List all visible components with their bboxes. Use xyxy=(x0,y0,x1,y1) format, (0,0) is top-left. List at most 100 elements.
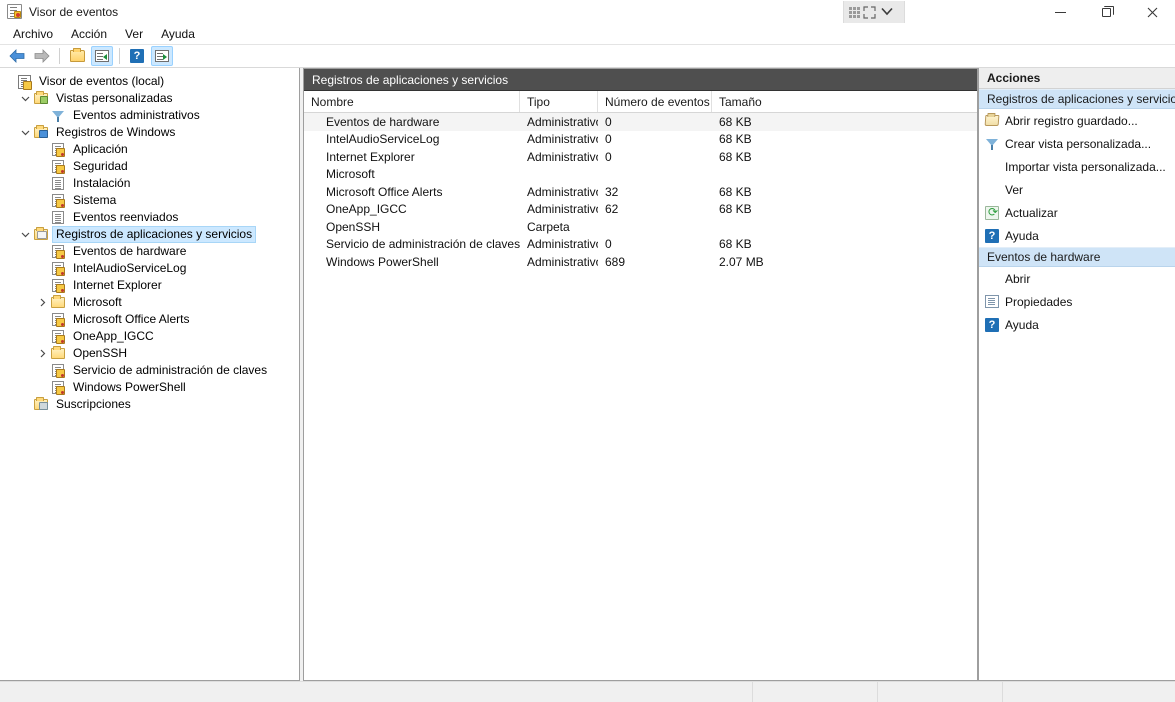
table-row[interactable]: Windows PowerShell Administrativo 689 2.07 … xyxy=(304,253,977,271)
action-item[interactable]: Ver xyxy=(979,178,1175,201)
action-item[interactable]: Crear vista personalizada... xyxy=(979,132,1175,155)
status-segment-3 xyxy=(878,682,1003,702)
cell-nombre: Eventos de hardware xyxy=(326,114,440,129)
tree-item-19[interactable]: Suscripciones xyxy=(0,396,299,413)
tree-item-0[interactable]: Visor de eventos (local) xyxy=(0,73,299,90)
column-header-numero-eventos[interactable]: Número de eventos xyxy=(598,91,712,112)
action-item[interactable]: Propiedades xyxy=(979,290,1175,313)
back-button[interactable] xyxy=(6,46,28,66)
tree-item-15[interactable]: OneApp_IGCC xyxy=(0,328,299,345)
forward-button[interactable] xyxy=(31,46,53,66)
show-hide-action-pane-button[interactable] xyxy=(151,46,173,66)
cell-tamano: 68 KB xyxy=(719,202,752,217)
minimize-button[interactable] xyxy=(1037,0,1083,24)
toolbar-separator xyxy=(59,48,60,64)
tree-item-5[interactable]: Seguridad xyxy=(0,158,299,175)
arrow-left-icon xyxy=(9,49,25,63)
tree-item-14[interactable]: Microsoft Office Alerts xyxy=(0,311,299,328)
maximize-restore-button[interactable] xyxy=(1083,0,1129,24)
action-item[interactable]: Abrir registro guardado... xyxy=(979,109,1175,132)
actions-list: Registros de aplicaciones y servicios Abr… xyxy=(979,89,1175,336)
table-row[interactable]: Servicio de administración de claves Admi… xyxy=(304,236,977,254)
action-item[interactable]: ? Ayuda xyxy=(979,313,1175,336)
table-column-headers: Nombre Tipo Número de eventos Tamaño xyxy=(304,91,977,113)
tree-item-2[interactable]: Eventos administrativos xyxy=(0,107,299,124)
window-title: Visor de eventos xyxy=(29,5,119,19)
table-row[interactable]: Microsoft xyxy=(304,166,977,184)
close-button[interactable] xyxy=(1129,0,1175,24)
column-header-nombre[interactable]: Nombre xyxy=(304,91,520,112)
action-item[interactable]: Importar vista personalizada... xyxy=(979,155,1175,178)
cell-tamano: 68 KB xyxy=(719,237,752,252)
chevron-down-icon[interactable] xyxy=(17,94,33,103)
grip-dots-icon[interactable] xyxy=(849,6,860,18)
tree-item-16[interactable]: OpenSSH xyxy=(0,345,299,362)
main-header-title: Registros de aplicaciones y servicios xyxy=(312,72,509,87)
tree-item-4[interactable]: Aplicación xyxy=(0,141,299,158)
tree-item-13[interactable]: Microsoft xyxy=(0,294,299,311)
tree-item-11[interactable]: IntelAudioServiceLog xyxy=(0,260,299,277)
cell-tipo: Administrativo xyxy=(527,149,598,164)
action-item[interactable]: ? Ayuda xyxy=(979,224,1175,247)
cell-numero-eventos: 0 xyxy=(605,132,612,147)
open-saved-log-button[interactable] xyxy=(66,46,88,66)
log-badged-icon xyxy=(50,245,66,259)
tree-item-12[interactable]: Internet Explorer xyxy=(0,277,299,294)
tree-item-label: OpenSSH xyxy=(73,346,128,360)
tree-item-label: Sistema xyxy=(73,193,117,207)
actions-group-header: Eventos de hardware xyxy=(979,247,1175,267)
actions-pane: Acciones Registros de aplicaciones y ser… xyxy=(978,68,1175,681)
log-badged-icon xyxy=(50,279,66,293)
table-row[interactable]: Microsoft Office Alerts Administrativo 32 6… xyxy=(304,183,977,201)
table-row[interactable]: IntelAudioServiceLog Administrativo 0 68 KB xyxy=(304,131,977,149)
column-header-tamano[interactable]: Tamaño xyxy=(712,91,977,112)
action-item-label: Abrir registro guardado... xyxy=(1005,113,1138,128)
show-hide-console-tree-button[interactable] xyxy=(91,46,113,66)
status-segment-main xyxy=(0,682,753,702)
folder-icon xyxy=(50,346,66,359)
action-item-label: Ayuda xyxy=(1005,317,1039,332)
table-row[interactable]: OneApp_IGCC Administrativo 62 68 KB xyxy=(304,201,977,219)
action-item[interactable]: Abrir xyxy=(979,267,1175,290)
tree-item-3[interactable]: Registros de Windows xyxy=(0,124,299,141)
expand-arrows-icon[interactable] xyxy=(863,5,876,19)
action-item-label: Ayuda xyxy=(1005,228,1039,243)
action-item[interactable]: Actualizar xyxy=(979,201,1175,224)
funnel-icon xyxy=(50,110,66,122)
snap-layout-widget[interactable] xyxy=(843,1,905,23)
table-row[interactable]: Eventos de hardware Administrativo 0 68 KB xyxy=(304,113,977,131)
chevron-right-icon[interactable] xyxy=(34,349,50,358)
menu-archivo[interactable]: Archivo xyxy=(4,25,62,43)
cell-tamano: 68 KB xyxy=(719,184,752,199)
tree-item-label: Suscripciones xyxy=(56,397,131,411)
tree-item-1[interactable]: Vistas personalizadas xyxy=(0,90,299,107)
refresh-icon xyxy=(979,205,1005,220)
cell-nombre: Internet Explorer xyxy=(326,149,415,164)
cell-nombre: IntelAudioServiceLog xyxy=(326,132,440,147)
tree-item-17[interactable]: Servicio de administración de claves xyxy=(0,362,299,379)
main-pane: Registros de aplicaciones y servicios No… xyxy=(303,68,978,681)
app-services-folder-icon xyxy=(33,227,49,240)
column-header-tipo[interactable]: Tipo xyxy=(520,91,598,112)
help-button[interactable]: ? xyxy=(126,46,148,66)
tree-item-18[interactable]: Windows PowerShell xyxy=(0,379,299,396)
chevron-down-icon[interactable] xyxy=(17,128,33,137)
table-row[interactable]: Internet Explorer Administrativo 0 68 KB xyxy=(304,148,977,166)
chevron-down-icon[interactable] xyxy=(880,6,894,19)
subscriptions-folder-icon xyxy=(33,397,49,410)
status-bar xyxy=(0,681,1175,702)
cell-tipo: Administrativo xyxy=(527,254,598,269)
chevron-right-icon[interactable] xyxy=(34,298,50,307)
menu-ayuda[interactable]: Ayuda xyxy=(152,25,204,43)
chevron-down-icon[interactable] xyxy=(17,230,33,239)
menu-ver[interactable]: Ver xyxy=(116,25,152,43)
table-row[interactable]: OpenSSH Carpeta xyxy=(304,218,977,236)
tree-item-9[interactable]: Registros de aplicaciones y servicios xyxy=(0,226,299,243)
tree-item-10[interactable]: Eventos de hardware xyxy=(0,243,299,260)
tree-item-8[interactable]: Eventos reenviados xyxy=(0,209,299,226)
tree-item-7[interactable]: Sistema xyxy=(0,192,299,209)
tree-item-6[interactable]: Instalación xyxy=(0,175,299,192)
menu-accion[interactable]: Acción xyxy=(62,25,116,43)
log-icon xyxy=(50,211,66,224)
cell-numero-eventos: 689 xyxy=(605,254,626,269)
